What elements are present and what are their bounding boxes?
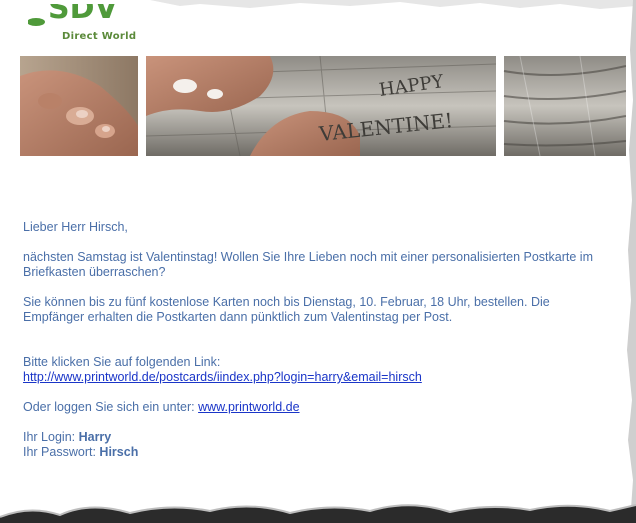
login-credential: Ihr Login: Harry	[23, 430, 613, 445]
torn-edge-top	[0, 0, 636, 9]
email-body: Lieber Herr Hirsch, nächsten Samstag ist…	[23, 220, 613, 460]
email-page: SDV Direct World HAPPY VALENTINE! Lieber…	[0, 0, 636, 523]
password-label: Ihr Passwort:	[23, 445, 100, 459]
banner-photo-foot	[20, 56, 138, 156]
banner-photo-driftwood: HAPPY VALENTINE!	[145, 56, 497, 156]
login-prompt: Oder loggen Sie sich ein unter:	[23, 400, 199, 414]
password-value: Hirsch	[99, 445, 139, 459]
password-credential: Ihr Passwort: Hirsch	[23, 445, 613, 460]
logo-subtitle: Direct World	[62, 31, 137, 42]
click-prompt: Bitte klicken Sie auf folgenden Link:	[23, 355, 221, 369]
paragraph-offer: Sie können bis zu fünf kostenlose Karten…	[23, 295, 550, 324]
login-line: Oder loggen Sie sich ein unter: www.prin…	[23, 400, 613, 415]
postcard-link[interactable]: http://www.printworld.de/postcards/iinde…	[23, 370, 422, 384]
torn-edge-right	[627, 0, 636, 523]
site-link[interactable]: www.printworld.de	[198, 400, 299, 414]
greeting: Lieber Herr Hirsch,	[23, 220, 128, 234]
login-value: Harry	[78, 430, 112, 444]
torn-edge-bottom	[0, 504, 636, 523]
paragraph-valentine: nächsten Samstag ist Valentinstag! Wolle…	[23, 250, 593, 279]
valentine-banner: HAPPY VALENTINE!	[20, 56, 626, 156]
banner-photo-wood-texture	[503, 56, 626, 156]
login-label: Ihr Login:	[23, 430, 79, 444]
